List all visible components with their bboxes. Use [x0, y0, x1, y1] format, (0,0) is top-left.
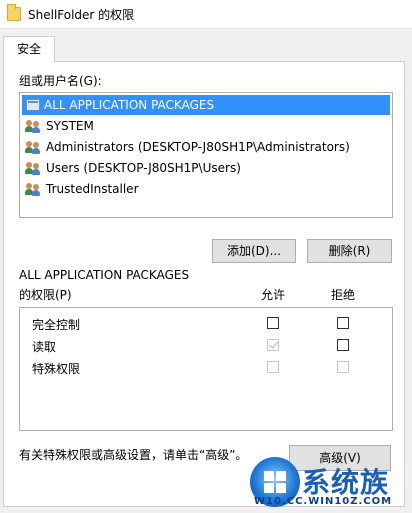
permission-full-control-label: 完全控制 — [32, 318, 81, 332]
title-bar: ShellFolder 的权限 — [0, 0, 412, 29]
checkmark-icon — [269, 339, 278, 349]
users-icon — [25, 119, 42, 133]
watermark-brand: 系统族 — [302, 466, 390, 499]
list-item-trustedinstaller[interactable]: TrustedInstaller — [22, 179, 390, 199]
special-deny-checkbox[interactable] — [337, 361, 349, 373]
app-package-icon — [26, 99, 40, 111]
special-allow-checkbox[interactable] — [267, 361, 279, 373]
users-icon — [25, 161, 42, 175]
permissions-heading: ALL APPLICATION PACKAGES — [19, 268, 190, 282]
read-allow-checkbox[interactable] — [267, 339, 279, 351]
list-item-label: ALL APPLICATION PACKAGES — [44, 98, 215, 112]
full-control-allow-checkbox[interactable] — [267, 317, 279, 329]
watermark: 系统族 W10.CC.WIN10Z.COM — [242, 455, 412, 513]
permissions-table: 完全控制 读取 特殊权限 — [19, 307, 393, 431]
watermark-url: W10.CC.WIN10Z.COM — [254, 496, 393, 507]
permission-special-label: 特殊权限 — [32, 362, 81, 376]
list-item-all-application-packages[interactable]: ALL APPLICATION PACKAGES — [22, 95, 390, 115]
list-item-label: SYSTEM — [46, 119, 94, 133]
tab-security[interactable]: 安全 — [3, 36, 55, 62]
groups-label: 组或用户名(G): — [19, 74, 102, 88]
list-item-administrators[interactable]: Administrators (DESKTOP-J80SH1P\Administ… — [22, 137, 390, 157]
folder-icon — [7, 4, 21, 21]
read-deny-checkbox[interactable] — [337, 339, 349, 351]
window-title: ShellFolder 的权限 — [28, 8, 135, 22]
add-button[interactable]: 添加(D)... — [212, 239, 296, 263]
allow-column-header: 允许 — [261, 288, 286, 302]
list-item-label: TrustedInstaller — [46, 182, 139, 196]
list-item-label: Users (DESKTOP-J80SH1P\Users) — [46, 161, 241, 175]
list-item-users[interactable]: Users (DESKTOP-J80SH1P\Users) — [22, 158, 390, 178]
users-icon — [25, 140, 42, 154]
users-icon — [25, 182, 42, 196]
permission-read-label: 读取 — [32, 340, 57, 354]
full-control-deny-checkbox[interactable] — [337, 317, 349, 329]
permissions-heading-suffix: 的权限(P) — [19, 288, 72, 302]
advanced-hint-text: 有关特殊权限或高级设置，请单击“高级”。 — [19, 448, 248, 462]
list-item-system[interactable]: SYSTEM — [22, 116, 390, 136]
deny-column-header: 拒绝 — [331, 288, 356, 302]
group-user-list[interactable]: ALL APPLICATION PACKAGES SYSTEM Administ… — [19, 92, 393, 218]
list-item-label: Administrators (DESKTOP-J80SH1P\Administ… — [46, 140, 350, 154]
remove-button[interactable]: 删除(R) — [307, 239, 392, 263]
